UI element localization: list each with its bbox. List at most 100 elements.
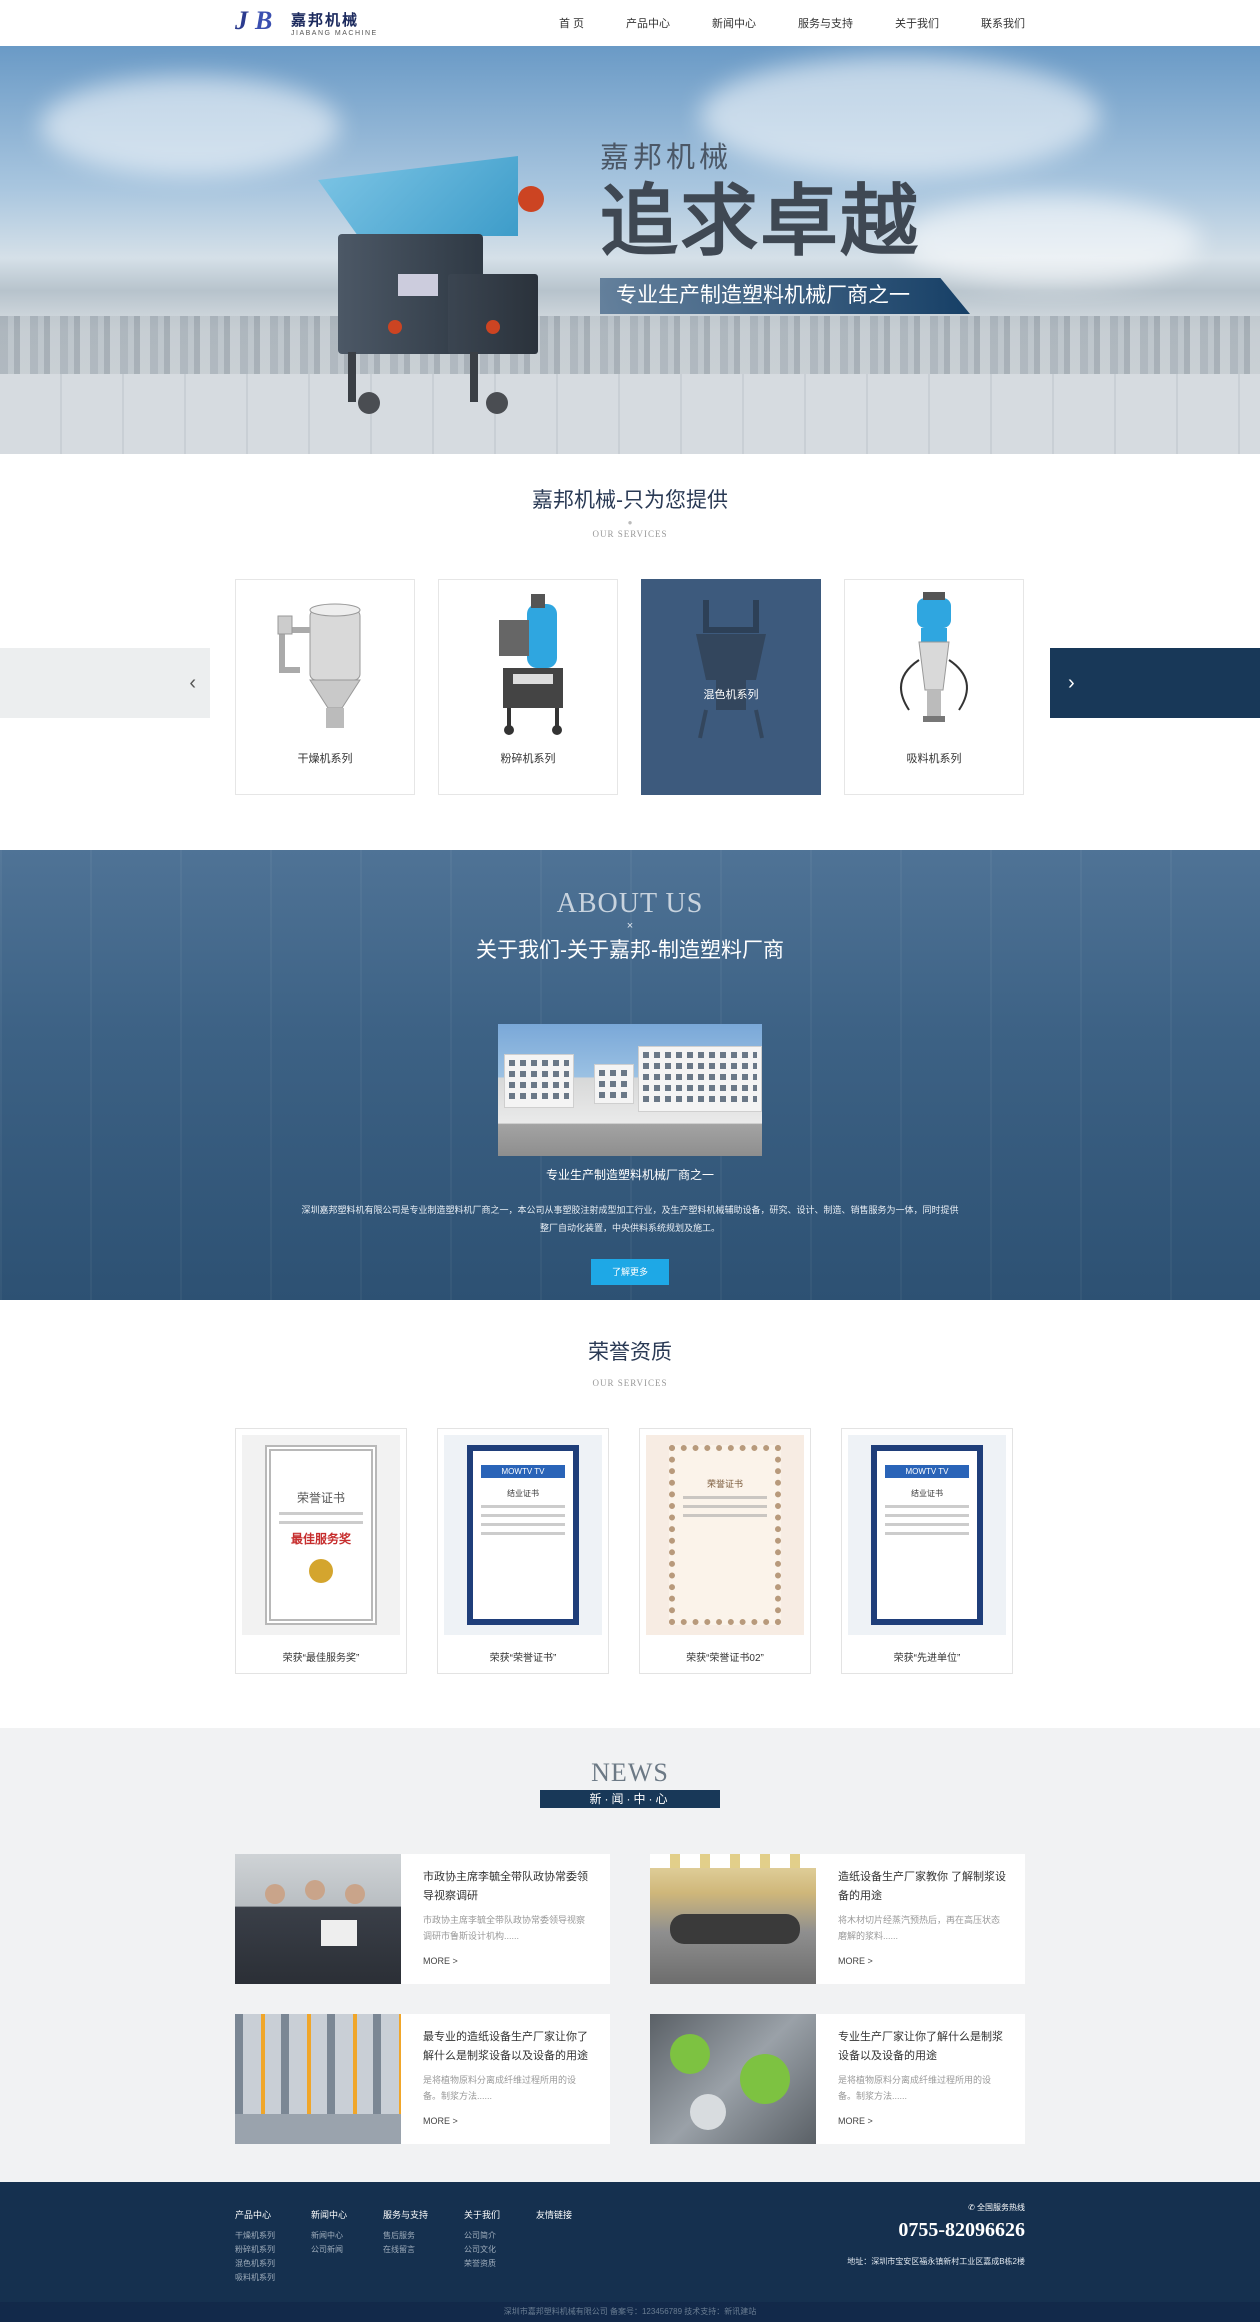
hotline-label: 全国服务热线 [977, 2203, 1025, 2212]
news-more-link[interactable]: MORE > [838, 1956, 1007, 1966]
certificate-image: 荣誉证书 最佳服务奖 [242, 1435, 400, 1635]
news-more-link[interactable]: MORE > [423, 1956, 592, 1966]
news-title-en: NEWS [591, 1758, 669, 1787]
services-title: 嘉邦机械-只为您提供 [532, 489, 728, 512]
news-more-link[interactable]: MORE > [423, 2116, 592, 2126]
logo-name-en: JIABANG MACHINE [291, 30, 378, 37]
title-dot-icon: ● [627, 518, 633, 527]
product-card-label: 粉碎机系列 [500, 753, 556, 765]
product-card-crusher[interactable]: 粉碎机系列 [438, 579, 618, 795]
honors-title: 荣誉资质 [588, 1341, 672, 1364]
footer-link[interactable]: 吸料机系列 [235, 2271, 275, 2285]
news-item[interactable]: 最专业的造纸设备生产厂家让你了解什么是制浆设备以及设备的用途 是将植物原料分离成… [235, 2014, 610, 2144]
honor-card[interactable]: MOWTV TV 结业证书 荣获“荣誉证书” [437, 1428, 609, 1674]
honor-label: 荣获“先进单位” [893, 1653, 961, 1664]
nav-service[interactable]: 服务与支持 [798, 15, 853, 31]
footer-link[interactable]: 在线留言 [383, 2243, 428, 2257]
nav-contact[interactable]: 联系我们 [981, 15, 1025, 31]
factory-photo [498, 1024, 762, 1156]
services-subtitle: OUR SERVICES [592, 529, 668, 539]
footer-link[interactable]: 混色机系列 [235, 2257, 275, 2271]
close-cross-icon: × [626, 920, 634, 932]
news-summary: 将木材切片经蒸汽预热后，再在高压状态磨解的浆料...... [838, 1915, 1001, 1941]
certificate-award: 最佳服务奖 [290, 1532, 351, 1546]
chevron-left-icon: ‹ [189, 671, 196, 694]
crusher-image [439, 580, 617, 750]
honor-card[interactable]: 荣誉证书 最佳服务奖 荣获“最佳服务奖” [235, 1428, 407, 1674]
footer-col-about: 关于我们 公司简介 公司文化 荣誉资质 [464, 2208, 500, 2285]
nav-about[interactable]: 关于我们 [895, 15, 939, 31]
footer-col-service: 服务与支持 售后服务 在线留言 [383, 2208, 428, 2285]
news-title-cn: 新·闻·中·心 [540, 1790, 720, 1808]
carousel-prev-button[interactable]: ‹ [0, 648, 210, 718]
footer-link[interactable]: 售后服务 [383, 2229, 428, 2243]
news-thumbnail [235, 1854, 401, 1984]
chevron-right-icon: › [1068, 671, 1075, 694]
product-card-mixer[interactable]: 混色机系列 [641, 579, 821, 795]
news-title[interactable]: 造纸设备生产厂家教你 了解制浆设备的用途 [838, 1868, 1007, 1906]
news-section: NEWS 新·闻·中·心 市政协主席李毓全带队政协常委领导视察调研 市政协主席李… [0, 1728, 1260, 2182]
learn-more-button[interactable]: 了解更多 [591, 1259, 669, 1285]
news-title[interactable]: 市政协主席李毓全带队政协常委领导视察调研 [423, 1868, 592, 1906]
dryer-image [236, 580, 414, 750]
news-summary: 市政协主席李毓全带队政协常委领导视察调研市鲁斯设计机构...... [423, 1915, 586, 1941]
phone-icon: ✆ [968, 2203, 977, 2212]
certificate-title: MOWTV TV [481, 1465, 565, 1478]
news-item[interactable]: 造纸设备生产厂家教你 了解制浆设备的用途 将木材切片经蒸汽预热后，再在高压状态磨… [650, 1854, 1025, 1984]
site-header: JB 嘉邦机械 JIABANG MACHINE 首 页 产品中心 新闻中心 服务… [0, 0, 1260, 46]
product-card-label: 干燥机系列 [297, 753, 353, 765]
product-card-dryer[interactable]: 干燥机系列 [235, 579, 415, 795]
footer-link[interactable]: 公司文化 [464, 2243, 500, 2257]
honor-card[interactable]: MOWTV TV 结业证书 荣获“先进单位” [841, 1428, 1013, 1674]
carousel-next-button[interactable]: › [1050, 648, 1260, 718]
copyright-bar: 深圳市嘉邦塑料机械有限公司 备案号：123456789 技术支持：新讯建站 [0, 2302, 1260, 2322]
news-title[interactable]: 最专业的造纸设备生产厂家让你了解什么是制浆设备以及设备的用途 [423, 2028, 592, 2066]
footer-link[interactable]: 公司新闻 [311, 2243, 347, 2257]
main-nav: 首 页 产品中心 新闻中心 服务与支持 关于我们 联系我们 [559, 15, 1025, 31]
news-item[interactable]: 专业生产厂家让你了解什么是制浆设备以及设备的用途 是将植物原料分离成纤维过程所用… [650, 2014, 1025, 2144]
nav-home[interactable]: 首 页 [559, 15, 584, 31]
product-card-loader[interactable]: 吸料机系列 [844, 579, 1024, 795]
footer-link[interactable]: 新闻中心 [311, 2229, 347, 2243]
banner-slogan: 嘉邦机械 追求卓越 专业生产制造塑料机械厂商之一 [600, 134, 970, 314]
footer-col-title: 关于我们 [464, 2210, 501, 2220]
footer-link[interactable]: 荣誉资质 [464, 2257, 500, 2271]
banner-headline: 追求卓越 [600, 177, 921, 265]
news-thumbnail [650, 2014, 816, 2144]
honor-label: 荣获“荣誉证书” [489, 1653, 557, 1664]
news-title[interactable]: 专业生产厂家让你了解什么是制浆设备以及设备的用途 [838, 2028, 1007, 2066]
banner-tagline: 专业生产制造塑料机械厂商之一 [600, 278, 970, 314]
mixer-image [642, 580, 820, 750]
banner-brand: 嘉邦机械 [600, 142, 733, 174]
site-footer: 产品中心 干燥机系列 粉碎机系列 混色机系列 吸料机系列 新闻中心 新闻中心 公… [0, 2182, 1260, 2322]
footer-col-products: 产品中心 干燥机系列 粉碎机系列 混色机系列 吸料机系列 [235, 2208, 275, 2285]
logo[interactable]: JB 嘉邦机械 JIABANG MACHINE [235, 6, 378, 38]
certificate-award: 结业证书 [911, 1489, 943, 1498]
logo-name-cn: 嘉邦机械 [291, 12, 360, 29]
product-card-label: 混色机系列 [703, 689, 759, 701]
footer-link[interactable]: 干燥机系列 [235, 2229, 275, 2243]
certificate-image: 荣誉证书 [646, 1435, 804, 1635]
footer-link[interactable]: 公司简介 [464, 2229, 500, 2243]
honors-section: 荣誉资质 OUR SERVICES 荣誉证书 最佳服务奖 荣获“最佳服务奖” M… [0, 1300, 1260, 1728]
footer-col-title: 服务与支持 [383, 2210, 429, 2220]
news-summary: 是将植物原料分离成纤维过程所用的设备。制浆方法...... [838, 2075, 992, 2101]
honor-card[interactable]: 荣誉证书 荣获“荣誉证书02” [639, 1428, 811, 1674]
honor-label: 荣获“荣誉证书02” [686, 1653, 764, 1664]
nav-products[interactable]: 产品中心 [626, 15, 670, 31]
services-section: 嘉邦机械-只为您提供 ● OUR SERVICES ‹ › 干燥机系列 粉碎机系… [0, 454, 1260, 850]
certificate-title: 荣誉证书 [296, 1491, 345, 1505]
about-title-en: ABOUT US [556, 888, 704, 919]
footer-link[interactable]: 粉碎机系列 [235, 2243, 275, 2257]
about-section: ABOUT US × 关于我们-关于嘉邦-制造塑料厂商 专业生产制造塑料机械厂商… [0, 850, 1260, 1300]
news-thumbnail [650, 1854, 816, 1984]
crusher-machine-image [318, 124, 568, 424]
footer-col-title: 友情链接 [536, 2210, 573, 2220]
hotline-number: 0755-82096626 [898, 2219, 1025, 2241]
news-item[interactable]: 市政协主席李毓全带队政协常委领导视察调研 市政协主席李毓全带队政协常委领导视察调… [235, 1854, 610, 1984]
news-more-link[interactable]: MORE > [838, 2116, 1007, 2126]
nav-news[interactable]: 新闻中心 [712, 15, 756, 31]
loader-image [845, 580, 1023, 750]
about-description: 深圳嘉邦塑料机有限公司是专业制造塑料机厂商之一，本公司从事塑胶注射成型加工行业，… [301, 1205, 959, 1233]
plaza-floor [0, 374, 1260, 454]
